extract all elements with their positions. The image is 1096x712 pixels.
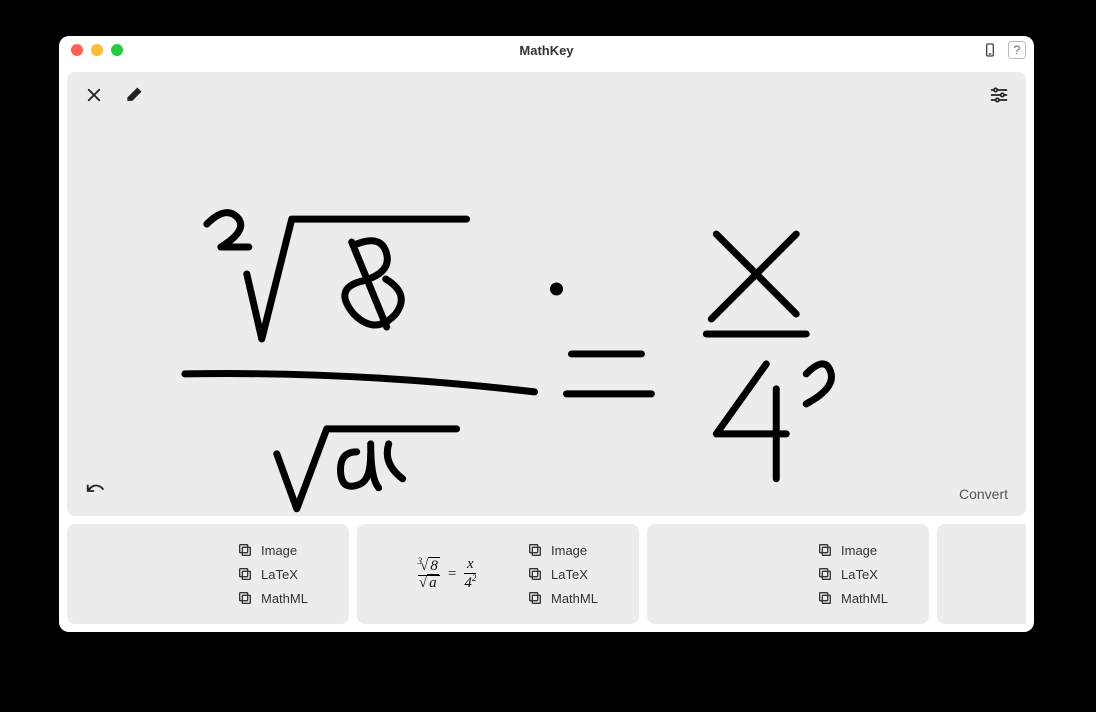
copy-mathml-label: MathML [551, 591, 598, 606]
app-window: MathKey ? [59, 36, 1034, 632]
copy-icon [237, 566, 253, 582]
copy-image-label: Image [261, 543, 297, 558]
copy-latex-label: LaTeX [841, 567, 878, 582]
card-actions: Image LaTeX MathML [817, 532, 919, 616]
copy-mathml-button[interactable]: MathML [817, 590, 919, 606]
result-preview [77, 532, 237, 616]
traffic-lights [59, 44, 123, 56]
device-icon[interactable] [980, 40, 1000, 60]
titlebar-right: ? [980, 40, 1026, 60]
minimize-window-button[interactable] [91, 44, 103, 56]
copy-icon [527, 590, 543, 606]
copy-latex-label: LaTeX [551, 567, 588, 582]
convert-button[interactable]: Convert [959, 486, 1008, 502]
result-card: Image LaTeX MathML [67, 524, 349, 624]
copy-image-label: Image [841, 543, 877, 558]
copy-mathml-button[interactable]: MathML [237, 590, 339, 606]
copy-mathml-button[interactable]: MathML [527, 590, 629, 606]
results-row: Image LaTeX MathML [67, 524, 1026, 624]
right-den-base: 4 [464, 575, 472, 591]
copy-image-button[interactable]: Image [817, 542, 919, 558]
right-den-exp: 2 [472, 573, 477, 583]
copy-image-label: Image [551, 543, 587, 558]
copy-latex-button[interactable]: LaTeX [817, 566, 919, 582]
help-button[interactable]: ? [1008, 41, 1026, 59]
handwriting-canvas[interactable] [67, 72, 1026, 516]
copy-icon [237, 542, 253, 558]
close-window-button[interactable] [71, 44, 83, 56]
copy-icon [527, 566, 543, 582]
root-index: 3 [418, 556, 423, 566]
result-card [937, 524, 1026, 624]
copy-image-button[interactable]: Image [527, 542, 629, 558]
result-preview [657, 532, 817, 616]
copy-latex-button[interactable]: LaTeX [527, 566, 629, 582]
copy-icon [817, 542, 833, 558]
content-area: Convert Image LaTeX [59, 64, 1034, 632]
result-preview [947, 532, 1026, 616]
copy-mathml-label: MathML [261, 591, 308, 606]
right-numerator: x [464, 557, 476, 573]
result-card: 3√8 √a = x 42 [357, 524, 639, 624]
result-card: Image LaTeX MathML [647, 524, 929, 624]
copy-mathml-label: MathML [841, 591, 888, 606]
undo-button[interactable] [85, 480, 109, 504]
copy-icon [817, 590, 833, 606]
radicand: 8 [428, 557, 440, 574]
copy-latex-label: LaTeX [261, 567, 298, 582]
denominator-radicand: a [427, 574, 439, 591]
card-actions: Image LaTeX MathML [237, 532, 339, 616]
copy-image-button[interactable]: Image [237, 542, 339, 558]
card-actions: Image LaTeX MathML [527, 532, 629, 616]
titlebar: MathKey ? [59, 36, 1034, 64]
window-title: MathKey [59, 43, 1034, 58]
copy-icon [237, 590, 253, 606]
canvas-panel[interactable]: Convert [67, 72, 1026, 516]
fullscreen-window-button[interactable] [111, 44, 123, 56]
copy-icon [817, 566, 833, 582]
result-preview: 3√8 √a = x 42 [367, 532, 527, 616]
copy-icon [527, 542, 543, 558]
copy-latex-button[interactable]: LaTeX [237, 566, 339, 582]
